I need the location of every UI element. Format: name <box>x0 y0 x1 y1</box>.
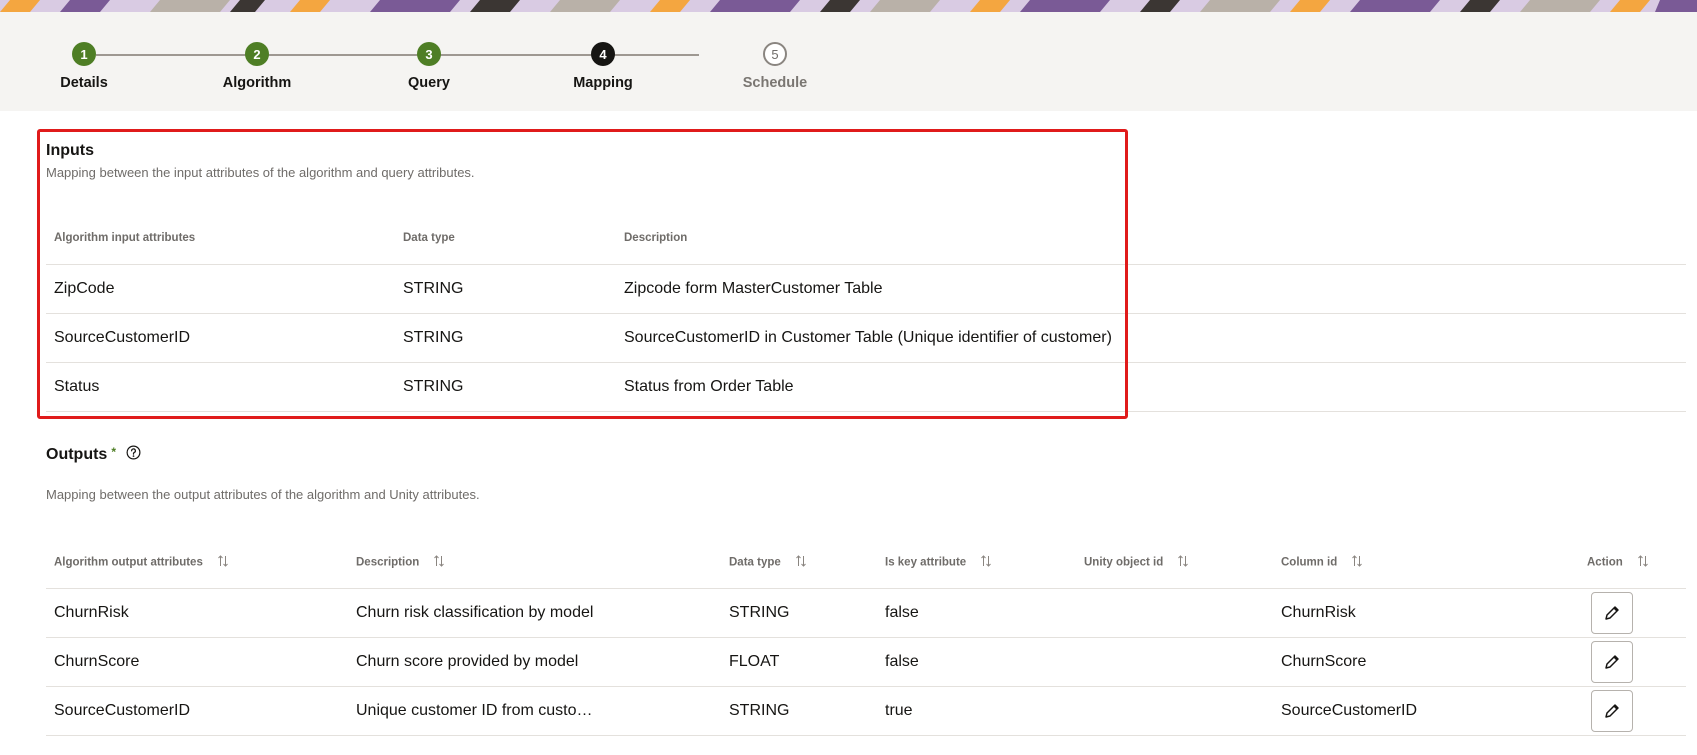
table-cell: ChurnRisk <box>1273 588 1579 638</box>
sort-icon[interactable] <box>1177 554 1189 570</box>
sort-icon[interactable] <box>1351 554 1363 570</box>
column-header-action[interactable]: Action <box>1579 536 1686 589</box>
table-header-row: Algorithm output attributes Description … <box>46 536 1686 589</box>
column-label: Description <box>356 556 420 569</box>
table-cell: SourceCustomerID <box>1273 686 1579 736</box>
pencil-icon <box>1605 704 1619 718</box>
column-header-description[interactable]: Description <box>348 536 721 589</box>
table-cell: STRING <box>395 264 616 314</box>
inputs-title: Inputs <box>46 142 94 159</box>
inputs-table: Algorithm input attributes Data type Des… <box>46 212 1686 412</box>
table-row[interactable]: Status STRING Status from Order Table <box>46 362 1686 412</box>
table-cell: ChurnScore <box>46 637 348 687</box>
table-row[interactable]: ChurnScore Churn score provided by model… <box>46 637 1686 687</box>
action-cell <box>1579 637 1686 687</box>
train-stop-details[interactable]: 1 Details <box>4 42 164 91</box>
column-header-unity-object-id[interactable]: Unity object id <box>1076 536 1273 589</box>
train-stop-algorithm[interactable]: 2 Algorithm <box>177 42 337 91</box>
step-label: Details <box>60 75 108 91</box>
step-number: 2 <box>245 42 269 66</box>
column-header: Description <box>624 232 688 244</box>
train-stop-schedule[interactable]: 5 Schedule <box>695 42 855 91</box>
step-number: 4 <box>591 42 615 66</box>
column-header-is-key[interactable]: Is key attribute <box>877 536 1076 589</box>
column-header: Data type <box>403 232 455 244</box>
table-row[interactable]: SourceCustomerID STRING SourceCustomerID… <box>46 313 1686 363</box>
column-label: Is key attribute <box>885 556 967 569</box>
table-row[interactable]: ChurnRisk Churn risk classification by m… <box>46 588 1686 638</box>
sort-icon[interactable] <box>1637 554 1649 570</box>
table-cell: ZipCode <box>46 264 395 314</box>
column-label: Action <box>1587 556 1623 569</box>
table-cell: SourceCustomerID in Customer Table (Uniq… <box>616 313 1686 363</box>
table-cell: Churn score provided by model <box>348 637 721 687</box>
edit-button[interactable] <box>1591 592 1633 634</box>
table-cell <box>1076 588 1273 638</box>
action-cell <box>1579 588 1686 638</box>
column-label: Data type <box>729 556 781 569</box>
table-cell <box>1076 686 1273 736</box>
outputs-title-wrap: Outputs * <box>46 445 141 465</box>
header-banner <box>0 0 1697 12</box>
table-cell: ChurnScore <box>1273 637 1579 687</box>
step-number: 5 <box>763 42 787 66</box>
table-cell: true <box>877 686 1076 736</box>
outputs-title: Outputs <box>46 446 108 464</box>
pencil-icon <box>1605 606 1619 620</box>
edit-button[interactable] <box>1591 690 1633 732</box>
table-cell: SourceCustomerID <box>46 686 348 736</box>
table-cell: Status <box>46 362 395 412</box>
table-cell: Zipcode form MasterCustomer Table <box>616 264 1686 314</box>
table-cell: STRING <box>395 362 616 412</box>
train-stop-mapping[interactable]: 4 Mapping <box>523 42 683 91</box>
edit-button[interactable] <box>1591 641 1633 683</box>
step-label: Query <box>408 75 450 91</box>
column-header: Algorithm input attributes <box>54 232 196 244</box>
table-cell: STRING <box>721 588 877 638</box>
column-header-output-attr[interactable]: Algorithm output attributes <box>46 536 348 589</box>
outputs-description: Mapping between the output attributes of… <box>46 487 480 502</box>
column-header-column-id[interactable]: Column id <box>1273 536 1579 589</box>
sort-icon[interactable] <box>980 554 992 570</box>
table-cell: false <box>877 588 1076 638</box>
outputs-table: Algorithm output attributes Description … <box>46 536 1686 736</box>
action-cell <box>1579 686 1686 736</box>
table-cell: Unique customer ID from custo… <box>348 686 721 736</box>
table-cell: STRING <box>721 686 877 736</box>
column-header-data-type[interactable]: Data type <box>721 536 877 589</box>
table-cell: STRING <box>395 313 616 363</box>
column-label: Unity object id <box>1084 556 1164 569</box>
table-row[interactable]: SourceCustomerID Unique customer ID from… <box>46 686 1686 736</box>
step-label: Algorithm <box>222 75 292 91</box>
pencil-icon <box>1605 655 1619 669</box>
step-label: Schedule <box>742 75 808 91</box>
step-number: 1 <box>72 42 96 66</box>
wizard-train: 1 Details 2 Algorithm 3 Query 4 Mapping … <box>0 12 1697 111</box>
column-label: Algorithm output attributes <box>54 556 203 569</box>
table-cell: FLOAT <box>721 637 877 687</box>
step-number: 3 <box>417 42 441 66</box>
sort-icon[interactable] <box>217 554 229 570</box>
train-stop-query[interactable]: 3 Query <box>349 42 509 91</box>
table-cell: ChurnRisk <box>46 588 348 638</box>
required-indicator: * <box>111 445 116 459</box>
table-cell: Status from Order Table <box>616 362 1686 412</box>
table-header-row: Algorithm input attributes Data type Des… <box>46 212 1686 265</box>
table-cell: false <box>877 637 1076 687</box>
table-cell: SourceCustomerID <box>46 313 395 363</box>
table-row[interactable]: ZipCode STRING Zipcode form MasterCustom… <box>46 264 1686 314</box>
inputs-description: Mapping between the input attributes of … <box>46 165 475 180</box>
sort-icon[interactable] <box>433 554 445 570</box>
table-cell <box>1076 637 1273 687</box>
table-cell: Churn risk classification by model <box>348 588 721 638</box>
column-label: Column id <box>1281 556 1338 569</box>
sort-icon[interactable] <box>795 554 807 570</box>
step-label: Mapping <box>573 75 633 91</box>
help-icon[interactable] <box>126 445 141 465</box>
